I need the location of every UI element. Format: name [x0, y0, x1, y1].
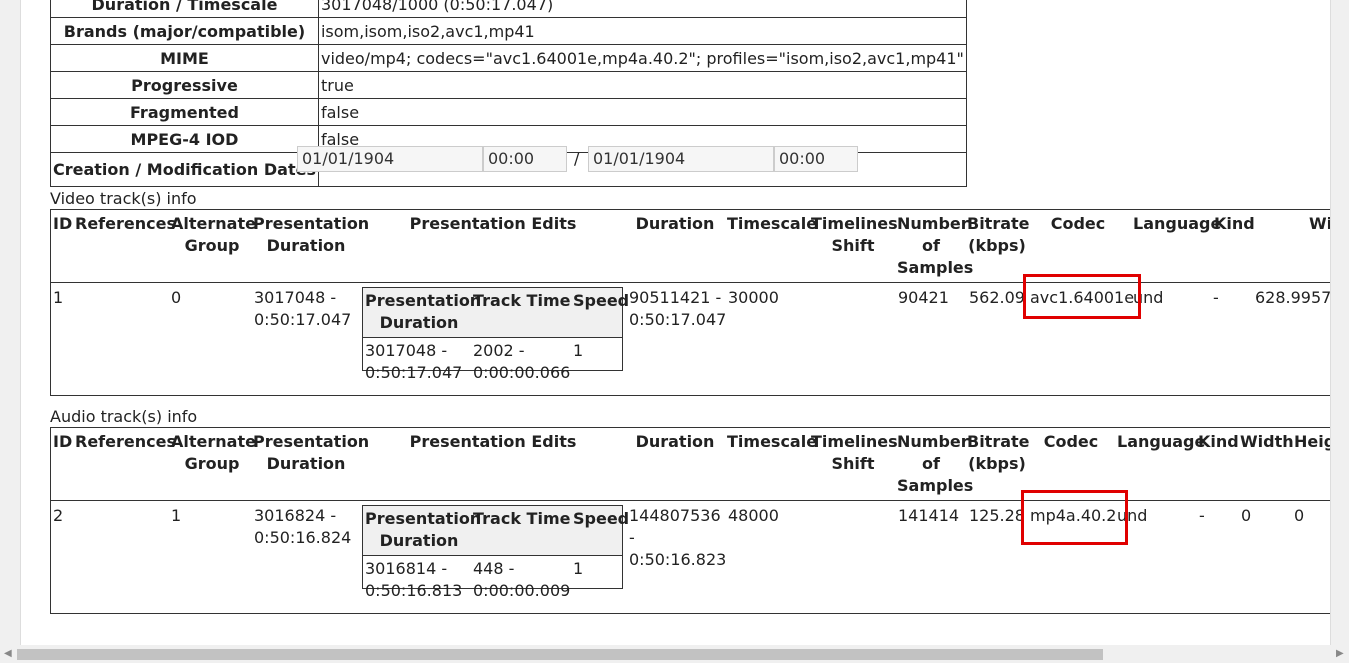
info-key: Fragmented: [50, 98, 319, 126]
main-panel: Duration / Timescale 3017048/1000 (0:50:1…: [20, 0, 1331, 645]
info-key: Duration / Timescale: [50, 0, 319, 18]
header-references: References: [75, 432, 176, 451]
cell-width: 0: [1241, 506, 1252, 525]
info-row-duration: Duration / Timescale 3017048/1000 (0:50:1…: [50, 0, 967, 18]
cell-bitrate: 125.28: [969, 506, 1025, 525]
info-value: true: [317, 71, 967, 99]
scroll-left-icon[interactable]: ◀: [4, 648, 12, 659]
edit-presentation-duration: 3017048 -0:50:17.047: [365, 341, 463, 382]
header-duration: Duration: [635, 214, 715, 233]
edit-speed: 1: [573, 559, 584, 578]
cell-duration: 90511421 -0:50:17.047: [629, 288, 727, 329]
edits-row: 3016814 -0:50:16.813 448 -0:00:00.009 1: [363, 556, 622, 600]
info-value: 3017048/1000 (0:50:17.047): [317, 0, 967, 18]
header-presentation-edits: Presentation Edits: [409, 214, 577, 233]
cell-height: 0: [1294, 506, 1305, 525]
edits-header: Presentation Duration Track Time Speed: [363, 506, 629, 556]
presentation-edits-table: Presentation Duration Track Time Speed 30…: [362, 287, 629, 382]
cell-width: 628.9957122: [1255, 288, 1331, 307]
info-key: MIME: [50, 44, 319, 72]
header-references: References: [75, 214, 176, 233]
highlight-audio-codec: [1021, 490, 1128, 545]
header-codec: Codec: [1043, 432, 1099, 451]
cell-timescale: 30000: [728, 288, 779, 307]
info-row-fragmented: Fragmented false: [50, 98, 967, 126]
header-number-of-samples: Number of Samples: [897, 214, 974, 277]
date-separator: /: [574, 149, 580, 168]
header-bitrate: Bitrate (kbps): [967, 214, 1030, 255]
info-value: isom,isom,iso2,avc1,mp41: [317, 17, 967, 45]
creation-time-input[interactable]: 00:00: [483, 146, 567, 172]
header-presentation-duration: Presentation Duration: [253, 432, 370, 473]
edits-header-speed: Speed: [573, 291, 630, 310]
header-presentation-duration: Presentation Duration: [253, 214, 370, 255]
header-alternate-group: Alternate Group: [171, 432, 256, 473]
info-key: Creation / Modification Dates: [50, 152, 319, 187]
header-divider: [51, 500, 1330, 501]
cell-id: 2: [53, 506, 64, 525]
edit-speed: 1: [573, 341, 584, 360]
edits-header-presentation-duration: Presentation Duration: [365, 509, 482, 550]
info-value: video/mp4; codecs="avc1.64001e,mp4a.40.2…: [317, 44, 967, 72]
cell-presentation-duration: 3016824 -0:50:16.824: [254, 506, 352, 547]
edit-track-time: 448 -0:00:00.009: [473, 559, 571, 600]
info-value: false: [317, 98, 967, 126]
header-codec: Codec: [1050, 214, 1106, 233]
header-presentation-edits: Presentation Edits: [409, 432, 577, 451]
cell-timescale: 48000: [728, 506, 779, 525]
header-number-of-samples: Number of Samples: [897, 432, 974, 495]
header-height: Height: [1294, 432, 1330, 451]
header-timelines-shift: Timelines Shift: [811, 432, 898, 473]
cell-samples: 141414: [898, 506, 960, 525]
cell-alternate-group: 1: [171, 506, 182, 525]
header-bitrate: Bitrate (kbps): [967, 432, 1030, 473]
presentation-edits-table: Presentation Duration Track Time Speed 30…: [362, 505, 629, 600]
cell-samples: 90421: [898, 288, 949, 307]
header-id: ID: [53, 432, 73, 451]
cell-duration: 144807536-0:50:16.823: [629, 506, 727, 569]
audio-track-table: ID References Alternate Group Presentatio…: [50, 427, 1330, 614]
cell-kind: -: [1213, 288, 1219, 307]
header-id: ID: [53, 214, 73, 233]
cell-kind: -: [1199, 506, 1205, 525]
info-key: Progressive: [50, 71, 319, 99]
header-language: Language: [1133, 214, 1222, 233]
cell-alternate-group: 0: [171, 288, 182, 307]
modification-time-input[interactable]: 00:00: [774, 146, 858, 172]
edits-header-track-time: Track Time: [473, 291, 571, 310]
edit-presentation-duration: 3016814 -0:50:16.813: [365, 559, 463, 600]
scroll-right-icon[interactable]: ▶: [1336, 648, 1344, 659]
cell-bitrate: 562.09: [969, 288, 1025, 307]
header-width: Width: [1309, 214, 1331, 233]
info-row-brands: Brands (major/compatible) isom,isom,iso2,…: [50, 17, 967, 45]
header-kind: Kind: [1214, 214, 1255, 233]
horizontal-scrollbar[interactable]: ◀ ▶: [0, 645, 1349, 663]
edits-header-track-time: Track Time: [473, 509, 571, 528]
modification-date-input[interactable]: 01/01/1904: [588, 146, 774, 172]
header-alternate-group: Alternate Group: [171, 214, 256, 255]
header-timescale: Timescale: [727, 432, 818, 451]
info-key: MPEG-4 IOD: [50, 125, 319, 153]
edits-header-speed: Speed: [573, 509, 630, 528]
edits-row: 3017048 -0:50:17.047 2002 -0:00:00.066 1: [363, 338, 622, 382]
highlight-video-codec: [1023, 274, 1141, 319]
header-timelines-shift: Timelines Shift: [811, 214, 898, 255]
header-timescale: Timescale: [727, 214, 818, 233]
header-kind: Kind: [1198, 432, 1239, 451]
header-language: Language: [1117, 432, 1206, 451]
header-width: Width: [1240, 432, 1294, 451]
info-row-progressive: Progressive true: [50, 71, 967, 99]
header-duration: Duration: [635, 432, 715, 451]
info-row-mime: MIME video/mp4; codecs="avc1.64001e,mp4a.…: [50, 44, 967, 72]
edits-header-presentation-duration: Presentation Duration: [365, 291, 482, 332]
cell-id: 1: [53, 288, 64, 307]
cell-presentation-duration: 3017048 -0:50:17.047: [254, 288, 352, 329]
info-key: Brands (major/compatible): [50, 17, 319, 45]
scrollbar-thumb[interactable]: [17, 649, 1103, 660]
audio-track-caption: Audio track(s) info: [50, 407, 198, 426]
video-track-caption: Video track(s) info: [50, 189, 197, 208]
edit-track-time: 2002 -0:00:00.066: [473, 341, 571, 382]
creation-date-input[interactable]: 01/01/1904: [297, 146, 483, 172]
edits-header: Presentation Duration Track Time Speed: [363, 288, 629, 338]
